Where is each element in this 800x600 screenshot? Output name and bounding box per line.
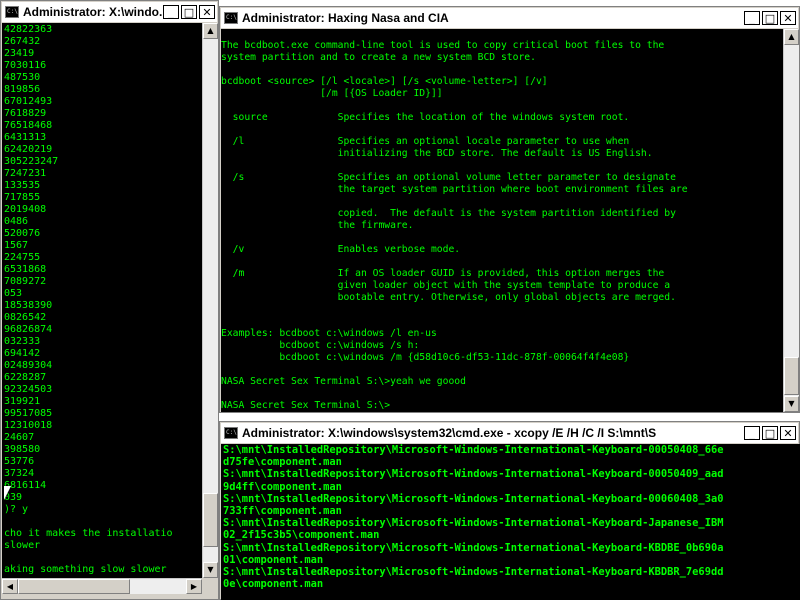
xcopy-console-window: Administrator: X:\windows\system32\cmd.e… — [219, 421, 800, 600]
close-button[interactable]: ✕ — [780, 426, 796, 440]
main-window-titlebar[interactable]: Administrator: Haxing Nasa and CIA _ □ ✕ — [221, 8, 798, 28]
xcopy-console-output[interactable]: S:\mnt\InstalledRepository\Microsoft-Win… — [221, 444, 800, 600]
cmd-icon — [224, 427, 238, 439]
scroll-up-button[interactable]: ▲ — [784, 29, 799, 45]
xcopy-window-titlebar[interactable]: Administrator: X:\windows\system32\cmd.e… — [221, 423, 798, 443]
close-button[interactable]: ✕ — [199, 5, 215, 19]
cmd-icon — [5, 6, 19, 18]
console-text: 42822363 267432 23419 7030116 487530 819… — [4, 24, 173, 575]
maximize-button[interactable]: □ — [762, 426, 778, 440]
maximize-button[interactable]: □ — [181, 5, 197, 19]
left-console-output[interactable]: 42822363 267432 23419 7030116 487530 819… — [2, 23, 202, 578]
mouse-pointer-icon — [4, 486, 11, 500]
window-title: Administrator: X:\windo... — [23, 5, 163, 19]
scroll-thumb[interactable] — [18, 579, 130, 594]
scroll-right-button[interactable]: ▶ — [186, 579, 202, 594]
left-window-titlebar[interactable]: Administrator: X:\windo... _ □ ✕ — [2, 2, 217, 22]
minimize-button[interactable]: _ — [744, 426, 760, 440]
scroll-down-button[interactable]: ▼ — [784, 396, 799, 412]
scroll-thumb[interactable] — [784, 357, 799, 395]
close-button[interactable]: ✕ — [780, 11, 796, 25]
window-title: Administrator: Haxing Nasa and CIA — [242, 11, 449, 25]
scroll-up-button[interactable]: ▲ — [203, 23, 218, 39]
maximize-button[interactable]: □ — [762, 11, 778, 25]
window-title: Administrator: X:\windows\system32\cmd.e… — [242, 426, 657, 440]
left-vertical-scrollbar[interactable]: ▲ ▼ — [202, 23, 218, 578]
minimize-button[interactable]: _ — [163, 5, 179, 19]
main-console-output[interactable]: The bcdboot.exe command-line tool is use… — [221, 29, 783, 412]
scroll-thumb[interactable] — [203, 493, 218, 547]
cmd-icon — [224, 12, 238, 24]
scroll-down-button[interactable]: ▼ — [203, 562, 218, 578]
main-vertical-scrollbar[interactable]: ▲ ▼ — [783, 29, 799, 412]
minimize-button[interactable]: _ — [744, 11, 760, 25]
left-horizontal-scrollbar[interactable]: ◀ ▶ — [2, 578, 202, 594]
left-console-window: Administrator: X:\windo... _ □ ✕ 4282236… — [0, 0, 219, 600]
scroll-left-button[interactable]: ◀ — [2, 579, 18, 594]
console-text: The bcdboot.exe command-line tool is use… — [221, 40, 688, 411]
main-console-window: Administrator: Haxing Nasa and CIA _ □ ✕… — [219, 6, 800, 413]
console-text: S:\mnt\InstalledRepository\Microsoft-Win… — [223, 444, 724, 591]
